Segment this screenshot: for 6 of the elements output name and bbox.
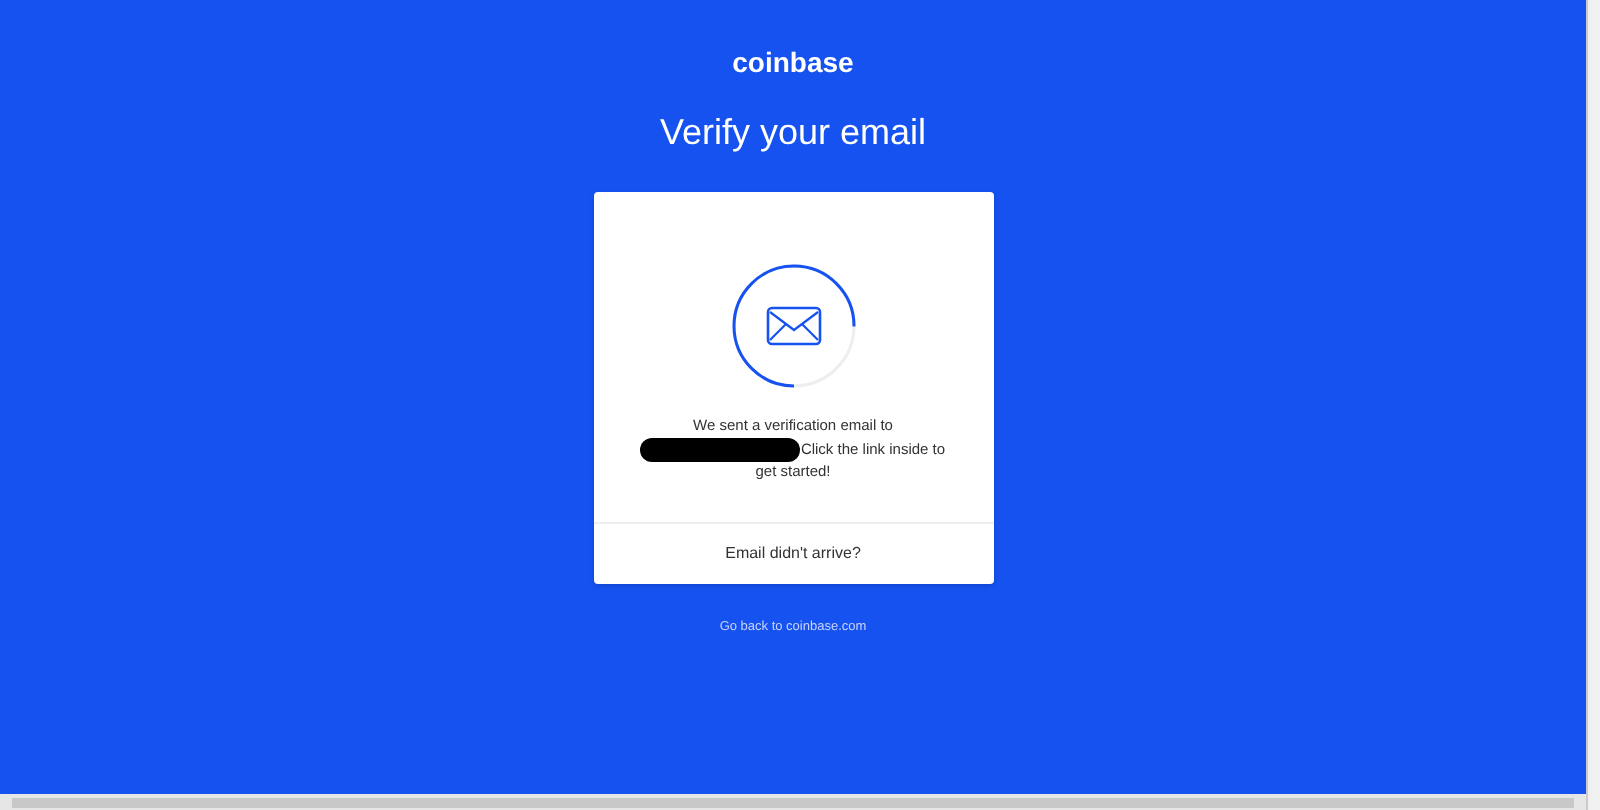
vertical-scrollbar[interactable] [1586,0,1600,810]
email-not-arrived-link[interactable]: Email didn't arrive? [725,544,861,564]
logo: coinbase [732,44,854,80]
horizontal-scrollbar[interactable] [0,794,1586,810]
page-title: Verify your email [659,110,927,156]
mail-progress-icon [727,260,859,392]
